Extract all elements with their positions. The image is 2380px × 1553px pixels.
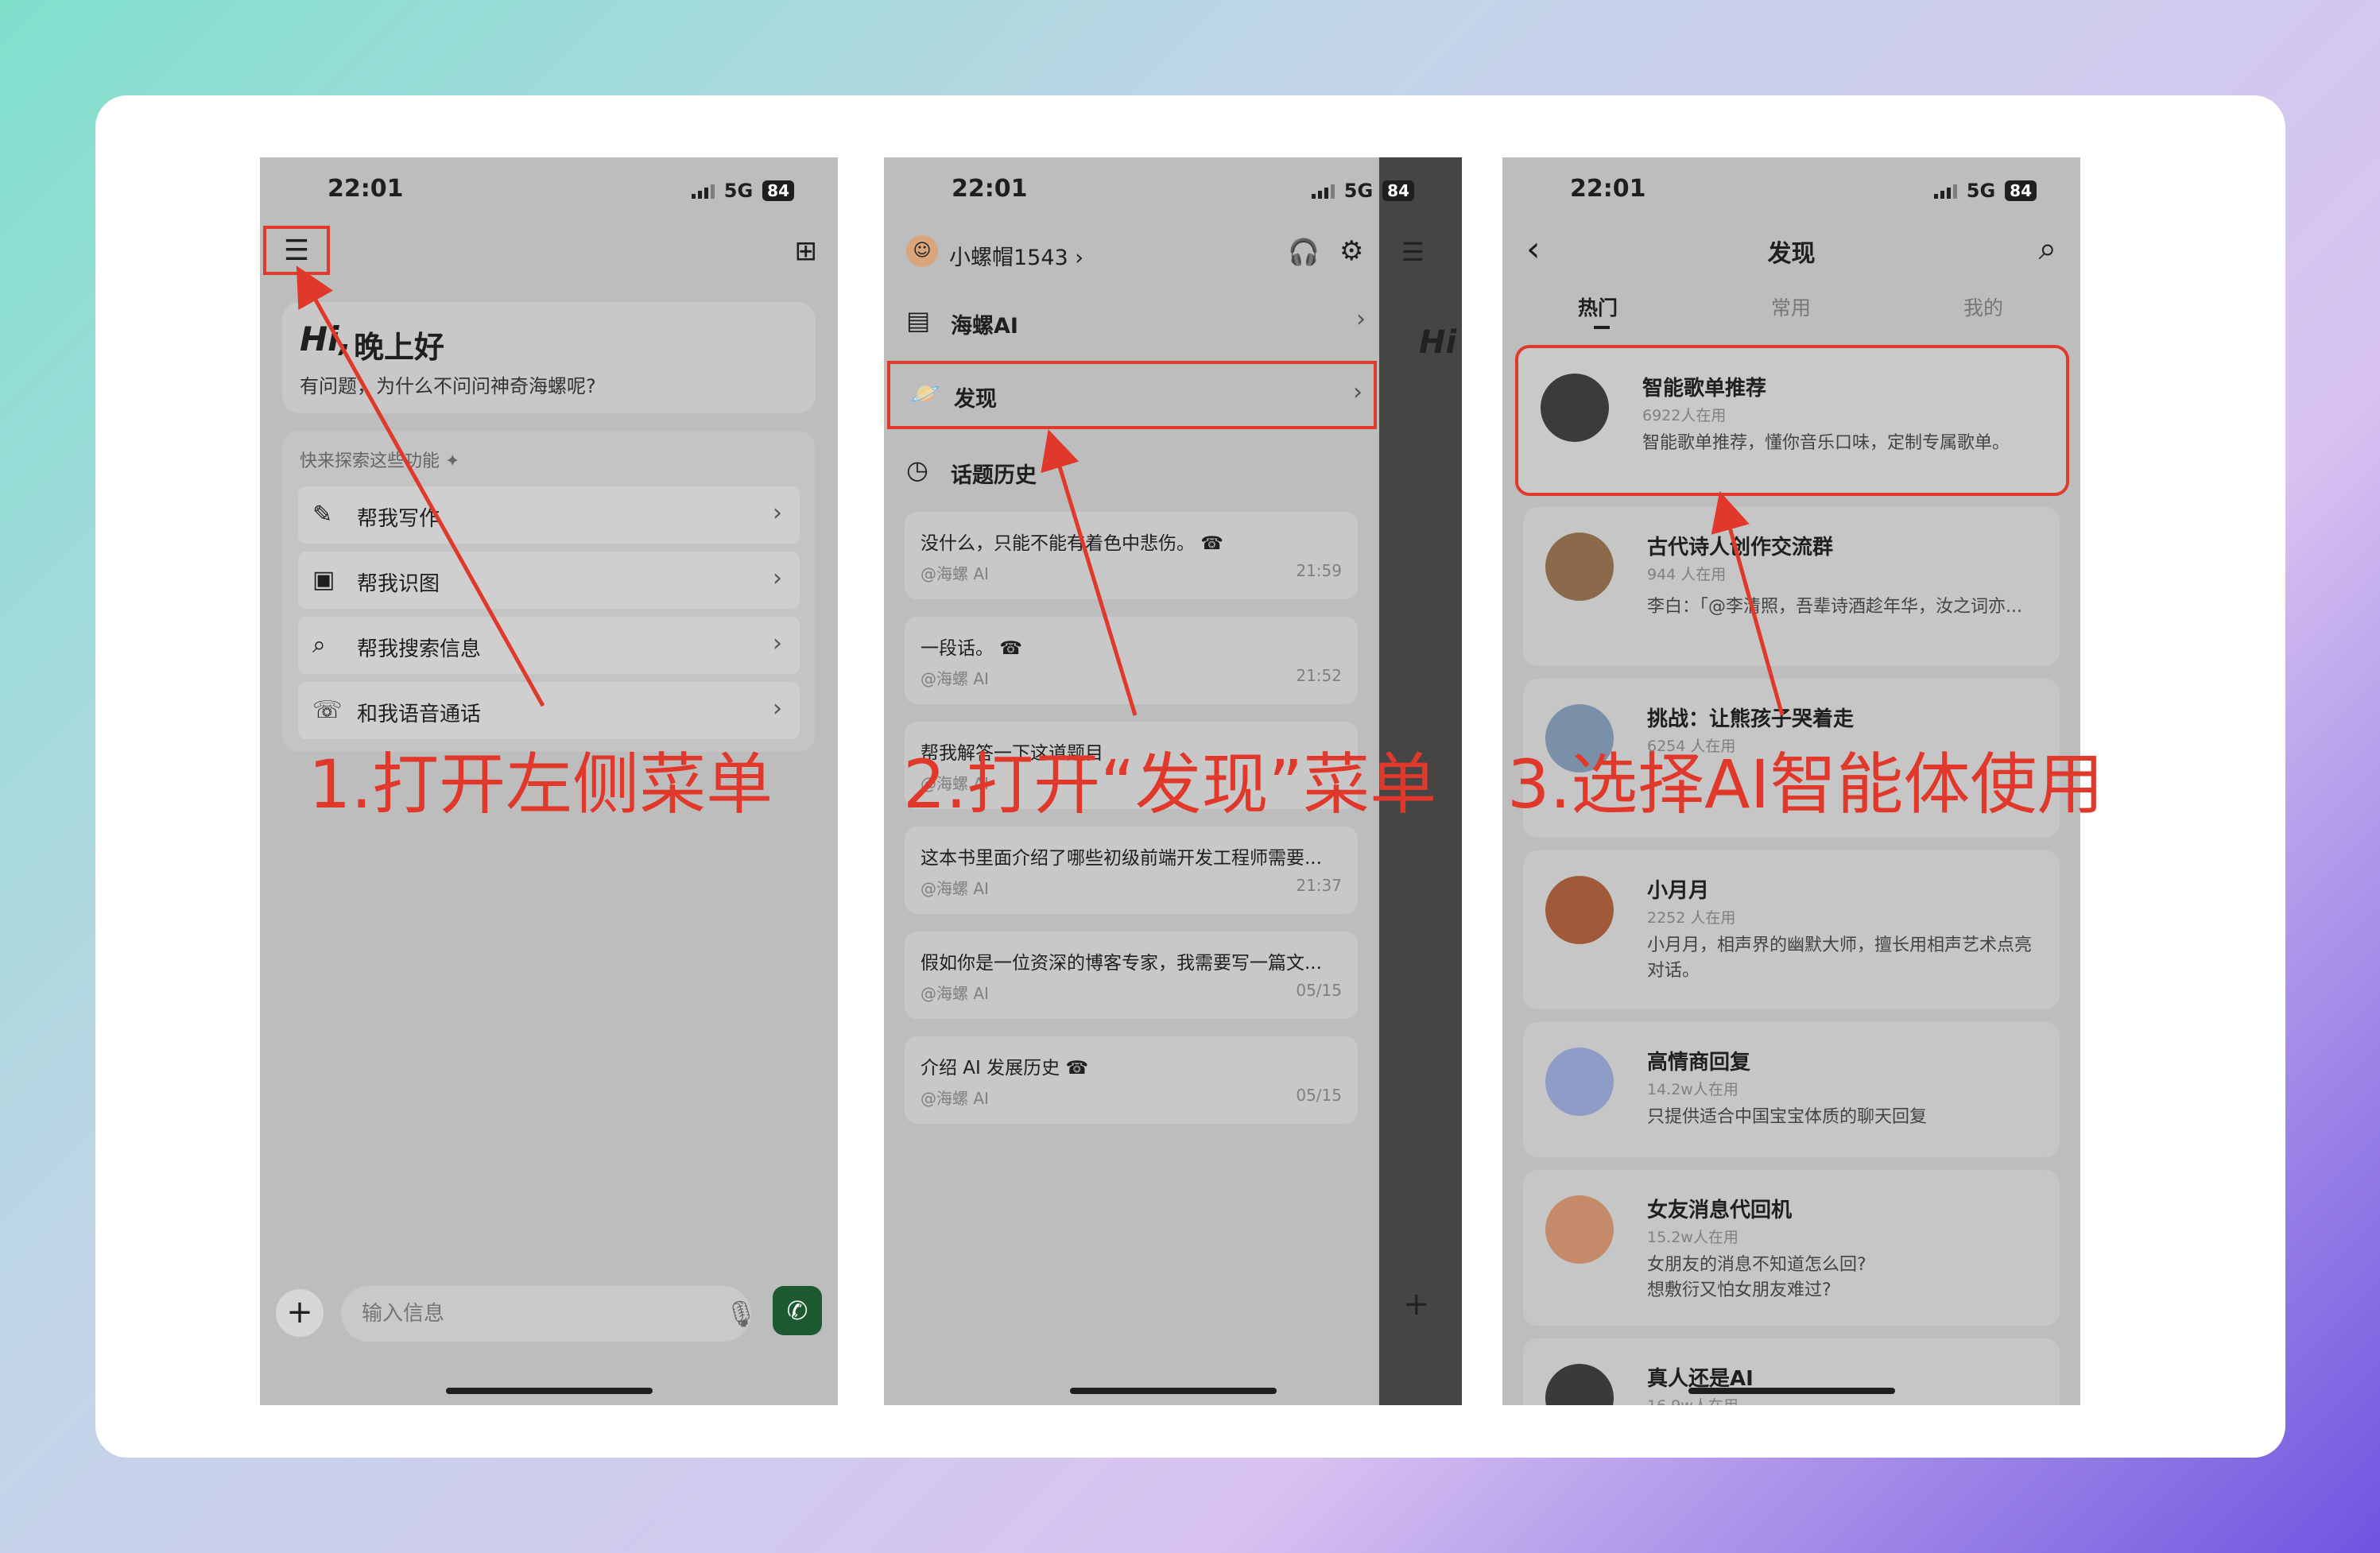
arrow-step2 [1041, 429, 1138, 716]
caption-step2: 2.打开“发现”菜单 [903, 746, 1437, 823]
caption-step3: 3.选择AI智能体使用 [1507, 746, 2104, 823]
caption-step1: 1.打开左侧菜单 [308, 746, 773, 823]
arrow-step3 [1711, 490, 1785, 716]
arrow-step1 [296, 265, 545, 707]
